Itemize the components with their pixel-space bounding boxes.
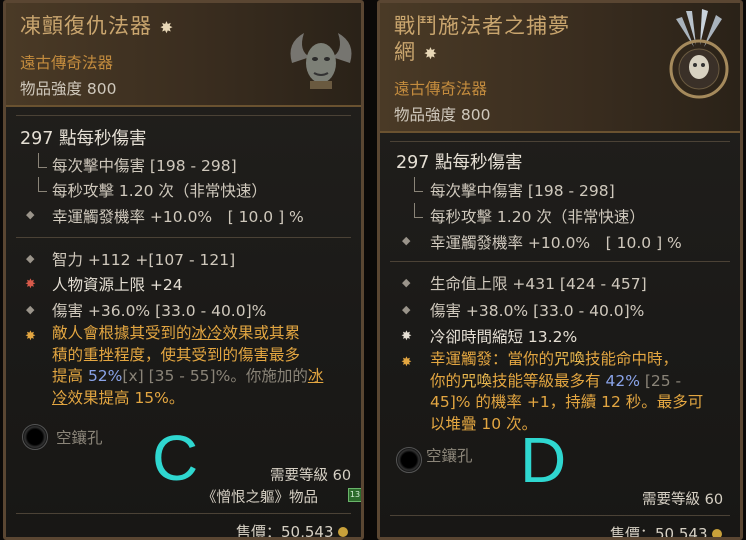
item-name: 凍顫復仇法器 [20, 14, 152, 38]
attack-speed: 每秒攻擊 1.20 次（非常快速） [52, 182, 267, 200]
annotation-letter: D [520, 424, 567, 496]
unique-line: 技能命中時， [585, 350, 679, 368]
lucky-hit-chance: 幸運觸發機率 +10.0% [ 10.0 ] % [430, 234, 682, 252]
damage-per-hit: 每次擊中傷害 [198 - 298] [430, 182, 615, 200]
unique-line: 幸運觸發：當你的 [430, 350, 555, 368]
diamond-bullet-icon: ◆ [26, 208, 35, 221]
unique-line: 45]% 的機率 +1，持續 12 秒。最多可 [430, 393, 704, 411]
unique-value: 42% [605, 371, 640, 390]
unique-line: 敵人會根據其受到的 [52, 324, 192, 342]
keyword-summoning: 咒喚 [461, 371, 493, 390]
ancestral-star-icon: ✸ [423, 44, 439, 63]
item-title: 凍顫復仇法器 ✸ [20, 13, 174, 41]
dreamcatcher-item-icon [669, 9, 729, 99]
divider [16, 237, 351, 238]
divider [390, 261, 730, 262]
unique-power-text: 敵人會根據其受到的冰冷效果或其累 積的重挫程度，使其受到的傷害最多 提高 52%… [52, 323, 357, 409]
empty-socket-icon [396, 447, 422, 473]
item-name: 戰鬥施法者之捕夢 [394, 14, 570, 38]
item-power: 物品強度 800 [394, 106, 491, 124]
annotation-letter: C [152, 422, 199, 494]
item-source: 《憎恨之軀》物品 [202, 490, 318, 506]
diamond-bullet-icon: ◆ [26, 303, 35, 316]
item-rarity: 遠古傳奇法器 [394, 80, 488, 98]
greater-affix-star-icon: ✸ [25, 277, 36, 292]
damage-per-hit: 每次擊中傷害 [198 - 298] [52, 157, 237, 175]
item-title: 戰鬥施法者之捕夢 網 ✸ [394, 13, 570, 67]
item-rarity: 遠古傳奇法器 [20, 54, 114, 72]
greater-affix-star-icon: ✸ [401, 329, 412, 344]
keyword-chill: 冰冷 [191, 324, 223, 342]
keyword-chill: 冷 [52, 388, 68, 407]
tree-connector [414, 203, 423, 218]
unique-value: 52% [87, 367, 123, 385]
unique-range: [25 - [639, 371, 682, 390]
tree-connector [414, 177, 423, 192]
sell-price: 售價：50,543 [236, 521, 348, 540]
lucky-hit-chance: 幸運觸發機率 +10.0% [ 10.0 ] % [52, 208, 304, 226]
multiplier-tag: [x] [122, 367, 144, 385]
affix-max-life: 生命值上限 +431 [424 - 457] [430, 275, 647, 293]
unique-power-text: 幸運觸發：當你的咒喚技能命中時， 你的咒喚技能等級最多有 42% [25 - 4… [430, 349, 735, 435]
unique-line: 你的 [430, 371, 462, 390]
gold-coin-icon [711, 529, 722, 537]
sell-price-value: 售價：50,543 [236, 523, 334, 540]
required-level: 需要等級 60 [270, 468, 352, 484]
sell-price: 售價：50,543 [610, 523, 722, 540]
item-tooltip-d: 戰鬥施法者之捕夢 網 ✸ 遠古傳奇法器 物品強度 800 297 點每秒傷害 每… [377, 0, 743, 540]
unique-range: [35 - 55]%。你施加的 [143, 367, 308, 385]
unique-line: 提高 [52, 367, 88, 385]
keyword-summoning: 咒喚 [554, 350, 586, 368]
unique-star-icon: ✸ [25, 329, 36, 344]
divider [16, 115, 351, 116]
tree-connector [38, 153, 47, 168]
unique-star-icon: ✸ [401, 355, 412, 370]
gold-coin-icon [337, 527, 348, 537]
socket-label: 空鑲孔 [426, 447, 473, 465]
unique-line: 效果提高 15%。 [67, 388, 185, 407]
focus-item-icon [290, 33, 352, 89]
diamond-bullet-icon: ◆ [402, 303, 411, 316]
affix-intelligence: 智力 +112 +[107 - 121] [52, 251, 236, 269]
unique-line: 以堆疊 10 次。 [430, 414, 538, 433]
diamond-bullet-icon: ◆ [402, 276, 411, 289]
divider [390, 141, 730, 142]
affix-damage: 傷害 +38.0% [33.0 - 40.0]% [430, 302, 645, 320]
diamond-bullet-icon: ◆ [26, 252, 35, 265]
socket-label: 空鑲孔 [56, 429, 103, 447]
unique-line: 積的重挫程度，使其受到的傷害最多 [52, 345, 301, 364]
sell-price-value: 售價：50,543 [610, 525, 708, 540]
diamond-bullet-icon: ◆ [402, 234, 411, 247]
divider [16, 513, 351, 514]
item-tooltip-c: 凍顫復仇法器 ✸ 遠古傳奇法器 物品強度 800 297 點每秒傷害 每次擊中傷… [3, 0, 364, 540]
expansion-badge-icon: 13 [348, 488, 361, 502]
ancestral-star-icon: ✸ [159, 18, 175, 37]
dps-value: 297 點每秒傷害 [20, 129, 147, 149]
unique-line: 效果或其累 [222, 324, 301, 342]
affix-resource: 人物資源上限 +24 [52, 276, 183, 294]
empty-socket-icon [22, 424, 48, 450]
required-level: 需要等級 60 [642, 492, 724, 508]
attack-speed: 每秒攻擊 1.20 次（非常快速） [430, 208, 645, 226]
dps-value: 297 點每秒傷害 [396, 153, 523, 173]
item-power: 物品強度 800 [20, 80, 117, 98]
affix-cooldown: 冷卻時間縮短 13.2% [430, 328, 578, 346]
tree-connector [38, 177, 47, 192]
divider [390, 515, 730, 516]
keyword-chill: 冰 [307, 367, 324, 385]
item-name-cont: 網 [394, 40, 416, 64]
affix-damage: 傷害 +36.0% [33.0 - 40.0]% [52, 302, 267, 320]
unique-line: 技能等級最多有 [492, 371, 606, 390]
